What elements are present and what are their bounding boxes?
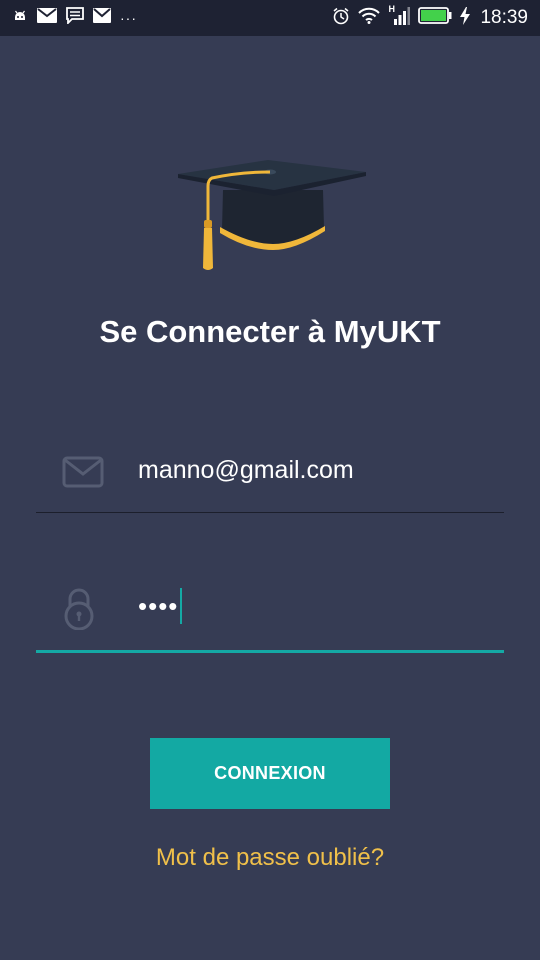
signal-icon: H: [388, 3, 411, 30]
notification-icons: ···: [12, 6, 137, 30]
charging-icon: [460, 6, 471, 30]
mail-icon: [37, 8, 57, 28]
connexion-button[interactable]: CONNEXION: [150, 738, 390, 809]
more-notifications-indicator: ···: [120, 10, 137, 26]
forgot-password-link[interactable]: Mot de passe oublié?: [0, 844, 540, 872]
clock: 18:39: [480, 7, 528, 28]
message-icon: [66, 7, 84, 29]
password-input-value[interactable]: ••••: [138, 588, 183, 626]
system-icons: H 18:39: [332, 3, 528, 30]
mail-icon: [93, 8, 111, 28]
battery-icon: [418, 7, 452, 29]
network-type-label: H: [388, 3, 395, 14]
mail-icon: [62, 456, 104, 493]
status-bar: ··· H 18:39: [0, 0, 540, 36]
page-title: Se Connecter à MyUKT: [99, 314, 441, 349]
wifi-icon: [358, 7, 381, 29]
alarm-icon: [332, 7, 350, 30]
email-input-value[interactable]: manno@gmail.com: [138, 456, 354, 485]
password-field[interactable]: ••••: [36, 576, 504, 653]
password-masked-text: ••••: [138, 590, 179, 621]
text-cursor: [180, 588, 183, 624]
email-field[interactable]: manno@gmail.com: [36, 440, 504, 513]
graduation-cap-icon: [170, 160, 370, 280]
lock-icon: [62, 588, 96, 635]
android-icon: [12, 8, 28, 29]
